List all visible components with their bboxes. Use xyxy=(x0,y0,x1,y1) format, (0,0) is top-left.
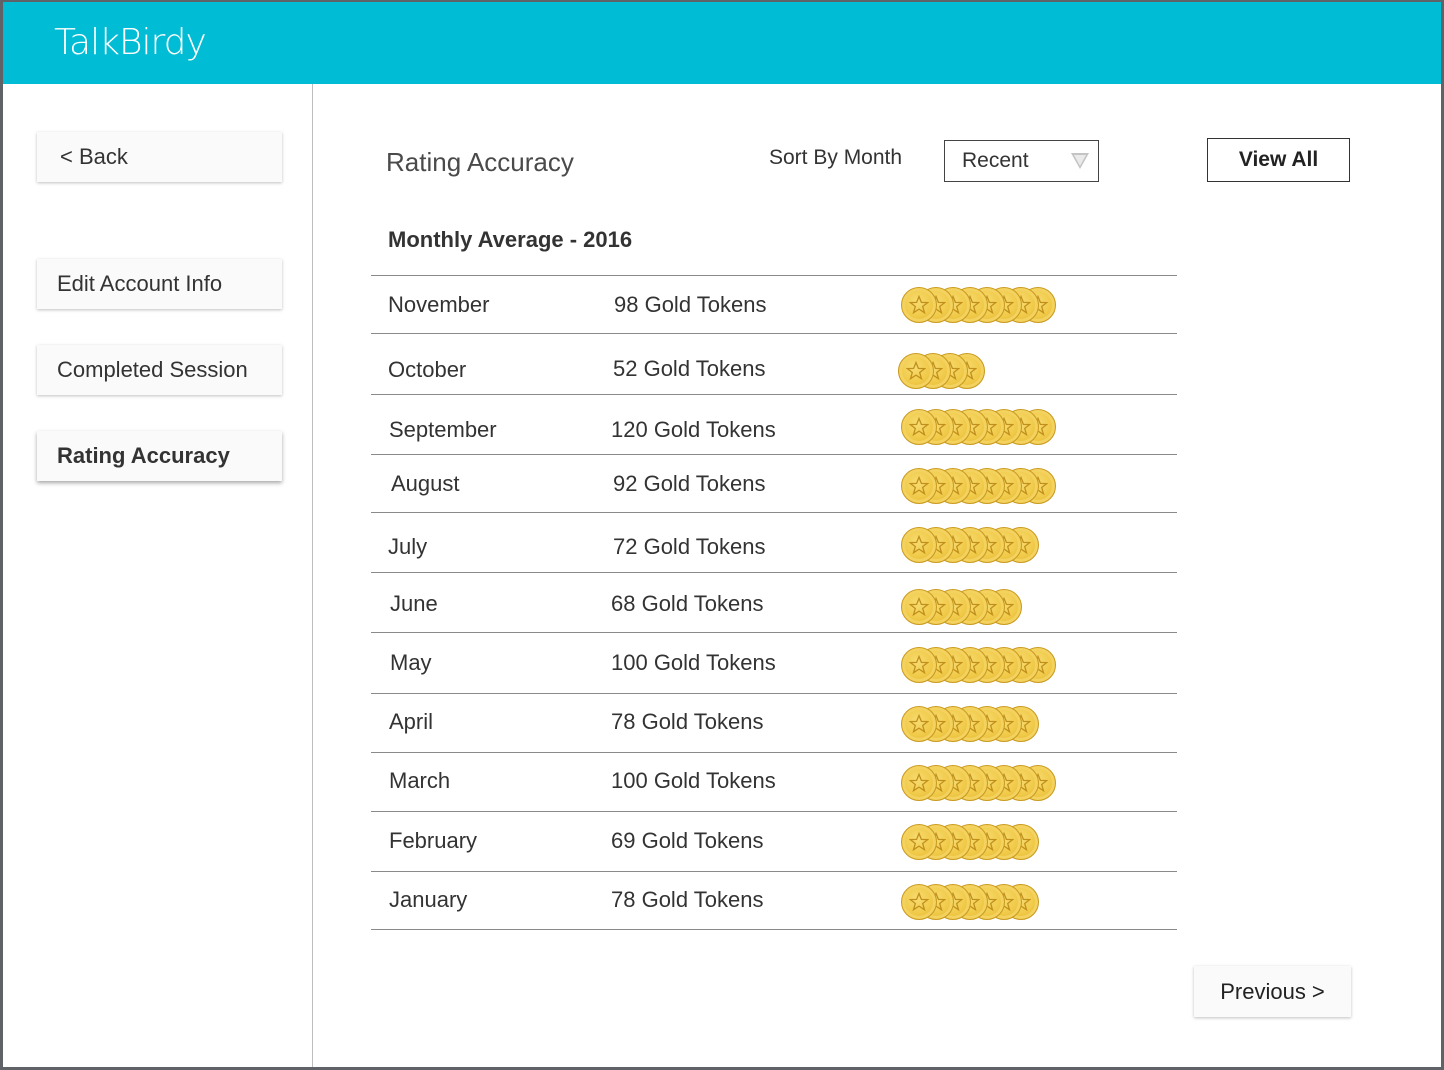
gold-coin-star-icon xyxy=(901,287,937,323)
previous-button[interactable]: Previous > xyxy=(1194,966,1351,1017)
token-count: 98 Gold Tokens xyxy=(614,292,767,317)
token-count: 120 Gold Tokens xyxy=(611,417,776,442)
top-bar: TalkBirdy xyxy=(3,2,1441,84)
gold-coin-star-icon xyxy=(901,527,937,563)
triangle-down-icon xyxy=(1071,153,1089,169)
gold-coin-star-icon xyxy=(901,409,937,445)
gold-coin-star-icon xyxy=(901,824,937,860)
sort-month-select[interactable]: Recent xyxy=(944,140,1099,182)
gold-coin-star-icon xyxy=(901,589,937,625)
table-row: April 78 Gold Tokens xyxy=(371,693,1177,752)
table-row: January 78 Gold Tokens xyxy=(371,871,1177,930)
app-logo[interactable]: TalkBirdy xyxy=(54,22,207,63)
month-label: April xyxy=(389,709,434,734)
token-count: 100 Gold Tokens xyxy=(611,768,776,793)
table-row: November 98 Gold Tokens xyxy=(371,275,1177,333)
sort-select-value: Recent xyxy=(962,149,1029,172)
token-count: 69 Gold Tokens xyxy=(611,828,764,853)
token-count: 78 Gold Tokens xyxy=(611,887,764,912)
gold-coin-star-icon xyxy=(901,884,937,920)
month-label: May xyxy=(390,650,432,675)
token-count: 72 Gold Tokens xyxy=(613,534,766,559)
back-button[interactable]: < Back xyxy=(37,132,282,182)
gold-coin-star-icon xyxy=(901,647,937,683)
month-label: February xyxy=(389,828,478,853)
month-label: March xyxy=(389,768,451,793)
month-label: June xyxy=(390,591,438,616)
section-title: Monthly Average - 2016 xyxy=(388,227,633,252)
token-count: 78 Gold Tokens xyxy=(611,709,764,734)
token-count: 100 Gold Tokens xyxy=(611,650,776,675)
gold-coin-star-icon xyxy=(901,765,937,801)
sort-label: Sort By Month xyxy=(769,146,903,169)
sidebar-item-completed-session[interactable]: Completed Session xyxy=(37,345,282,395)
month-label: October xyxy=(388,357,467,382)
table-row: October 52 Gold Tokens xyxy=(371,333,1177,394)
month-label: January xyxy=(389,887,468,912)
token-count: 92 Gold Tokens xyxy=(613,471,766,496)
month-label: November xyxy=(388,292,490,317)
sidebar-item-rating-accuracy[interactable]: Rating Accuracy xyxy=(37,431,282,481)
token-count: 52 Gold Tokens xyxy=(613,356,766,381)
table-row: March 100 Gold Tokens xyxy=(371,752,1177,811)
page-title: Rating Accuracy xyxy=(386,147,574,177)
view-all-button[interactable]: View All xyxy=(1207,138,1350,182)
gold-coin-star-icon xyxy=(898,353,934,389)
month-label: September xyxy=(389,417,497,442)
sidebar-divider xyxy=(312,84,313,1067)
token-count: 68 Gold Tokens xyxy=(611,591,764,616)
table-row: September 120 Gold Tokens xyxy=(371,394,1177,454)
gold-coin-star-icon xyxy=(901,706,937,742)
sidebar-item-edit-account-info[interactable]: Edit Account Info xyxy=(37,259,282,309)
gold-coin-star-icon xyxy=(901,468,937,504)
month-label: July xyxy=(388,534,428,559)
table-row: February 69 Gold Tokens xyxy=(371,811,1177,871)
table-row: May 100 Gold Tokens xyxy=(371,632,1177,693)
table-row: June 68 Gold Tokens xyxy=(371,572,1177,632)
table-row: July 72 Gold Tokens xyxy=(371,512,1177,572)
table-row: August 92 Gold Tokens xyxy=(371,454,1177,512)
month-label: August xyxy=(391,471,460,496)
